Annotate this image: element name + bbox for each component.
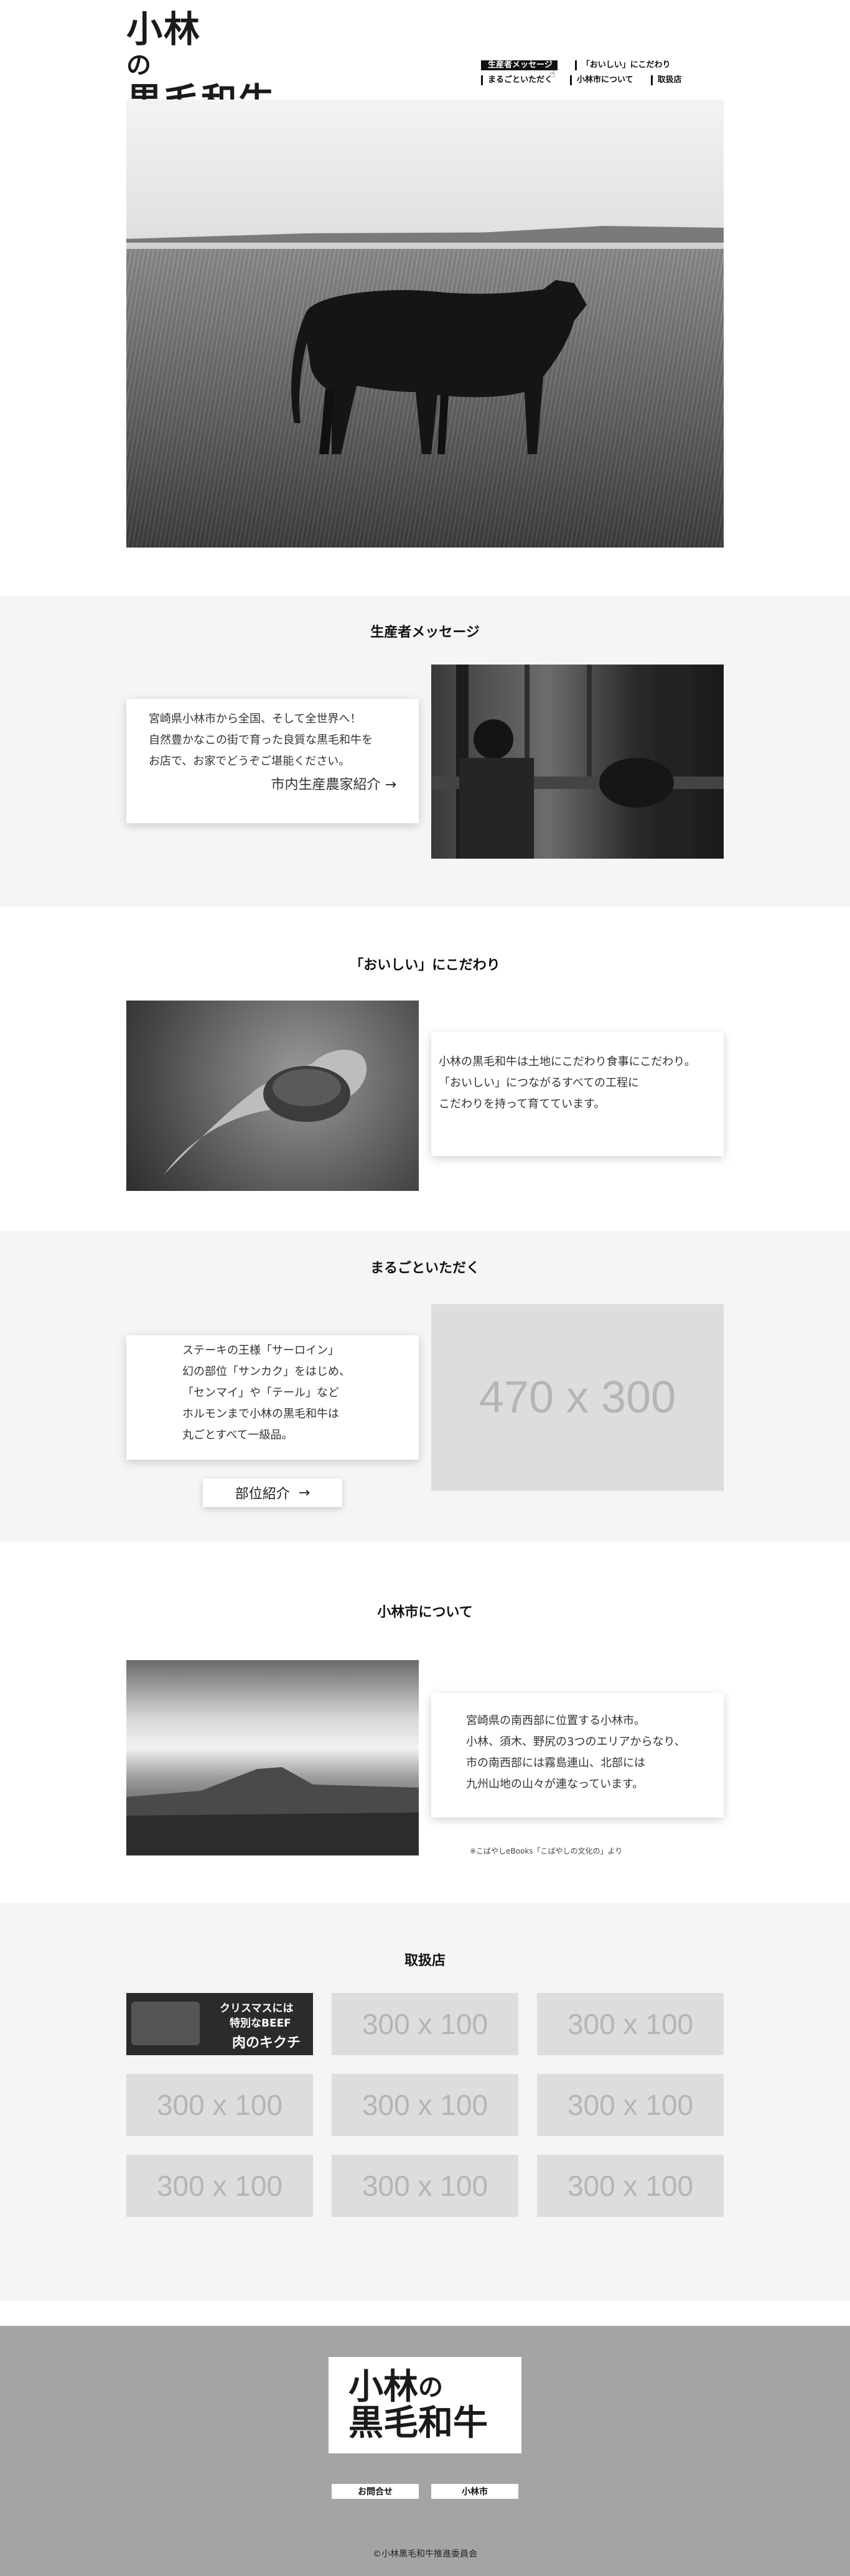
marugoto-text-4: ホルモンまで小林の黒毛和牛は: [182, 1407, 339, 1421]
shop-placeholder[interactable]: 300 x 100: [537, 2155, 724, 2217]
kobayashi-card: 宮崎県の南西部に位置する小林市。 小林、須木、野尻の3つのエリアからなり、 市の…: [431, 1693, 724, 1818]
shop-placeholder[interactable]: 300 x 100: [126, 2155, 313, 2217]
brand-line1: 小林: [126, 8, 202, 50]
producer-text-1: 宮崎県小林市から全国、そして全世界へ！: [149, 712, 362, 726]
producer-card: 宮崎県小林市から全国、そして全世界へ！ 自然豊かなこの街で育った良質な黒毛和牛を…: [126, 699, 419, 823]
hero-image: [126, 100, 724, 548]
shop-banner-kikuchi[interactable]: クリスマスには 特別なBEEF 肉のキクチ: [126, 1993, 313, 2055]
oishii-card: 小林の黒毛和牛は土地にこだわり食事にこだわり。 「おいしい」につながるすべての工…: [431, 1032, 724, 1156]
oishii-text-2: 「おいしい」につながるすべての工程に: [439, 1076, 640, 1090]
marugoto-title: まるごといただく: [370, 1261, 480, 1276]
site-header: 小林の 黒毛和牛 生産者メッセージ 「おいしい」にこだわり まるごといただく 小…: [0, 0, 850, 119]
beef-image-icon: [131, 2002, 200, 2045]
producer-title: 生産者メッセージ: [370, 625, 480, 640]
site-footer: 小林の 黒毛和牛 お問合せ 小林市 ©小林黒毛和牛推進委員会: [0, 2326, 850, 2576]
oishii-section: 「おいしい」にこだわり 小林の黒毛和牛は土地にこだわり食事にこだわり。 「おいし…: [0, 907, 850, 1231]
marugoto-text-3: 「センマイ」や「テール」など: [182, 1386, 339, 1399]
banner-text-1: クリスマスには: [220, 2002, 294, 2015]
footer-brand-no: の: [418, 2373, 443, 2402]
footer-spacer: [0, 2301, 850, 2326]
kobayashi-section: 小林市について 宮崎県の南西部に位置する小林市。 小林、須木、野尻の3つのエリア…: [0, 1542, 850, 1903]
nav-item-oishii[interactable]: 「おいしい」にこだわり: [574, 60, 671, 70]
banner-text-2: 特別なBEEF: [230, 2017, 291, 2030]
contact-button[interactable]: お問合せ: [332, 2484, 419, 2499]
banner-shop-name: 肉のキクチ: [232, 2035, 301, 2051]
kobayashi-title: 小林市について: [377, 1605, 473, 1620]
kobayashi-text-1: 宮崎県の南西部に位置する小林市。: [466, 1714, 645, 1727]
kobayashi-text-3: 市の南西部には霧島連山、北部には: [466, 1757, 645, 1770]
nav-item-kobayashi[interactable]: 小林市について: [570, 75, 633, 85]
shop-placeholder[interactable]: 300 x 100: [537, 2074, 724, 2136]
producer-photo: [431, 665, 724, 859]
shop-placeholder[interactable]: 300 x 100: [332, 2074, 518, 2136]
marugoto-text-5: 丸ごとすべて一級品。: [182, 1429, 293, 1442]
shops-title: 取扱店: [404, 1953, 446, 1969]
cuts-intro-label: 部位紹介: [235, 1486, 290, 1502]
grain-hand-photo: [126, 1001, 419, 1191]
producer-section: 生産者メッセージ 宮崎県小林市から全国、そして全世界へ！ 自然豊かなこの街で育っ…: [0, 596, 850, 907]
oishii-title: 「おいしい」にこだわり: [350, 958, 500, 973]
oishii-text-3: こだわりを持って育てています。: [439, 1098, 605, 1111]
footer-brand-line2: 黒毛和牛: [348, 2403, 488, 2443]
producer-link-label: 市内生産農家紹介: [271, 777, 381, 793]
marugoto-section: まるごといただく ステーキの王様「サーロイン」 幻の部位「サンカク」をはじめ、 …: [0, 1231, 850, 1542]
mountain-photo: [126, 1660, 419, 1855]
pointer-cursor-icon: ☝: [549, 68, 556, 80]
cow-silhouette: [291, 280, 587, 454]
footer-logo[interactable]: 小林の 黒毛和牛: [329, 2357, 521, 2453]
shop-placeholder[interactable]: 300 x 100: [126, 2074, 313, 2136]
main-nav: 生産者メッセージ 「おいしい」にこだわり まるごといただく 小林市について 取扱…: [481, 60, 724, 90]
shop-placeholder[interactable]: 300 x 100: [332, 2155, 518, 2217]
cuts-image-placeholder: 470 x 300: [431, 1304, 724, 1491]
arrow-right-icon: →: [385, 777, 396, 793]
nav-item-marugoto[interactable]: まるごといただく: [481, 75, 553, 85]
shop-placeholder[interactable]: 300 x 100: [332, 1993, 518, 2055]
marugoto-card: ステーキの王様「サーロイン」 幻の部位「サンカク」をはじめ、 「センマイ」や「テ…: [126, 1335, 419, 1460]
footer-brand-line1: 小林: [348, 2367, 418, 2407]
marugoto-text-1: ステーキの王様「サーロイン」: [182, 1344, 339, 1357]
producer-text-2: 自然豊かなこの街で育った良質な黒毛和牛を: [149, 734, 373, 747]
nav-item-producer[interactable]: 生産者メッセージ: [481, 60, 558, 70]
kobayashi-text-2: 小林、須木、野尻の3つのエリアからなり、: [466, 1735, 686, 1748]
hero-mountains: [126, 226, 724, 243]
shop-placeholder[interactable]: 300 x 100: [537, 1993, 724, 2055]
oishii-text-1: 小林の黒毛和牛は土地にこだわり食事にこだわり。: [439, 1055, 696, 1068]
cuts-intro-button[interactable]: 部位紹介 →: [203, 1478, 342, 1507]
producer-link[interactable]: 市内生産農家紹介 →: [149, 775, 396, 796]
copyright: ©小林黒毛和牛推進委員会: [373, 2549, 477, 2559]
kobayashi-city-button[interactable]: 小林市: [431, 2484, 518, 2499]
source-note: ※こばやしeBooks「こばやしの文化の」より: [470, 1847, 623, 1855]
kobayashi-text-4: 九州山地の山々が連なっています。: [466, 1778, 644, 1791]
marugoto-text-2: 幻の部位「サンカク」をはじめ、: [182, 1365, 350, 1378]
arrow-right-icon: →: [298, 1485, 311, 1501]
nav-item-shops[interactable]: 取扱店: [650, 75, 682, 85]
shops-section: 取扱店 クリスマスには 特別なBEEF 肉のキクチ 300 x 100 300 …: [0, 1903, 850, 2301]
brand-no: の: [126, 51, 152, 80]
producer-text-3: お店で、お家でどうぞご堪能ください。: [149, 755, 350, 768]
